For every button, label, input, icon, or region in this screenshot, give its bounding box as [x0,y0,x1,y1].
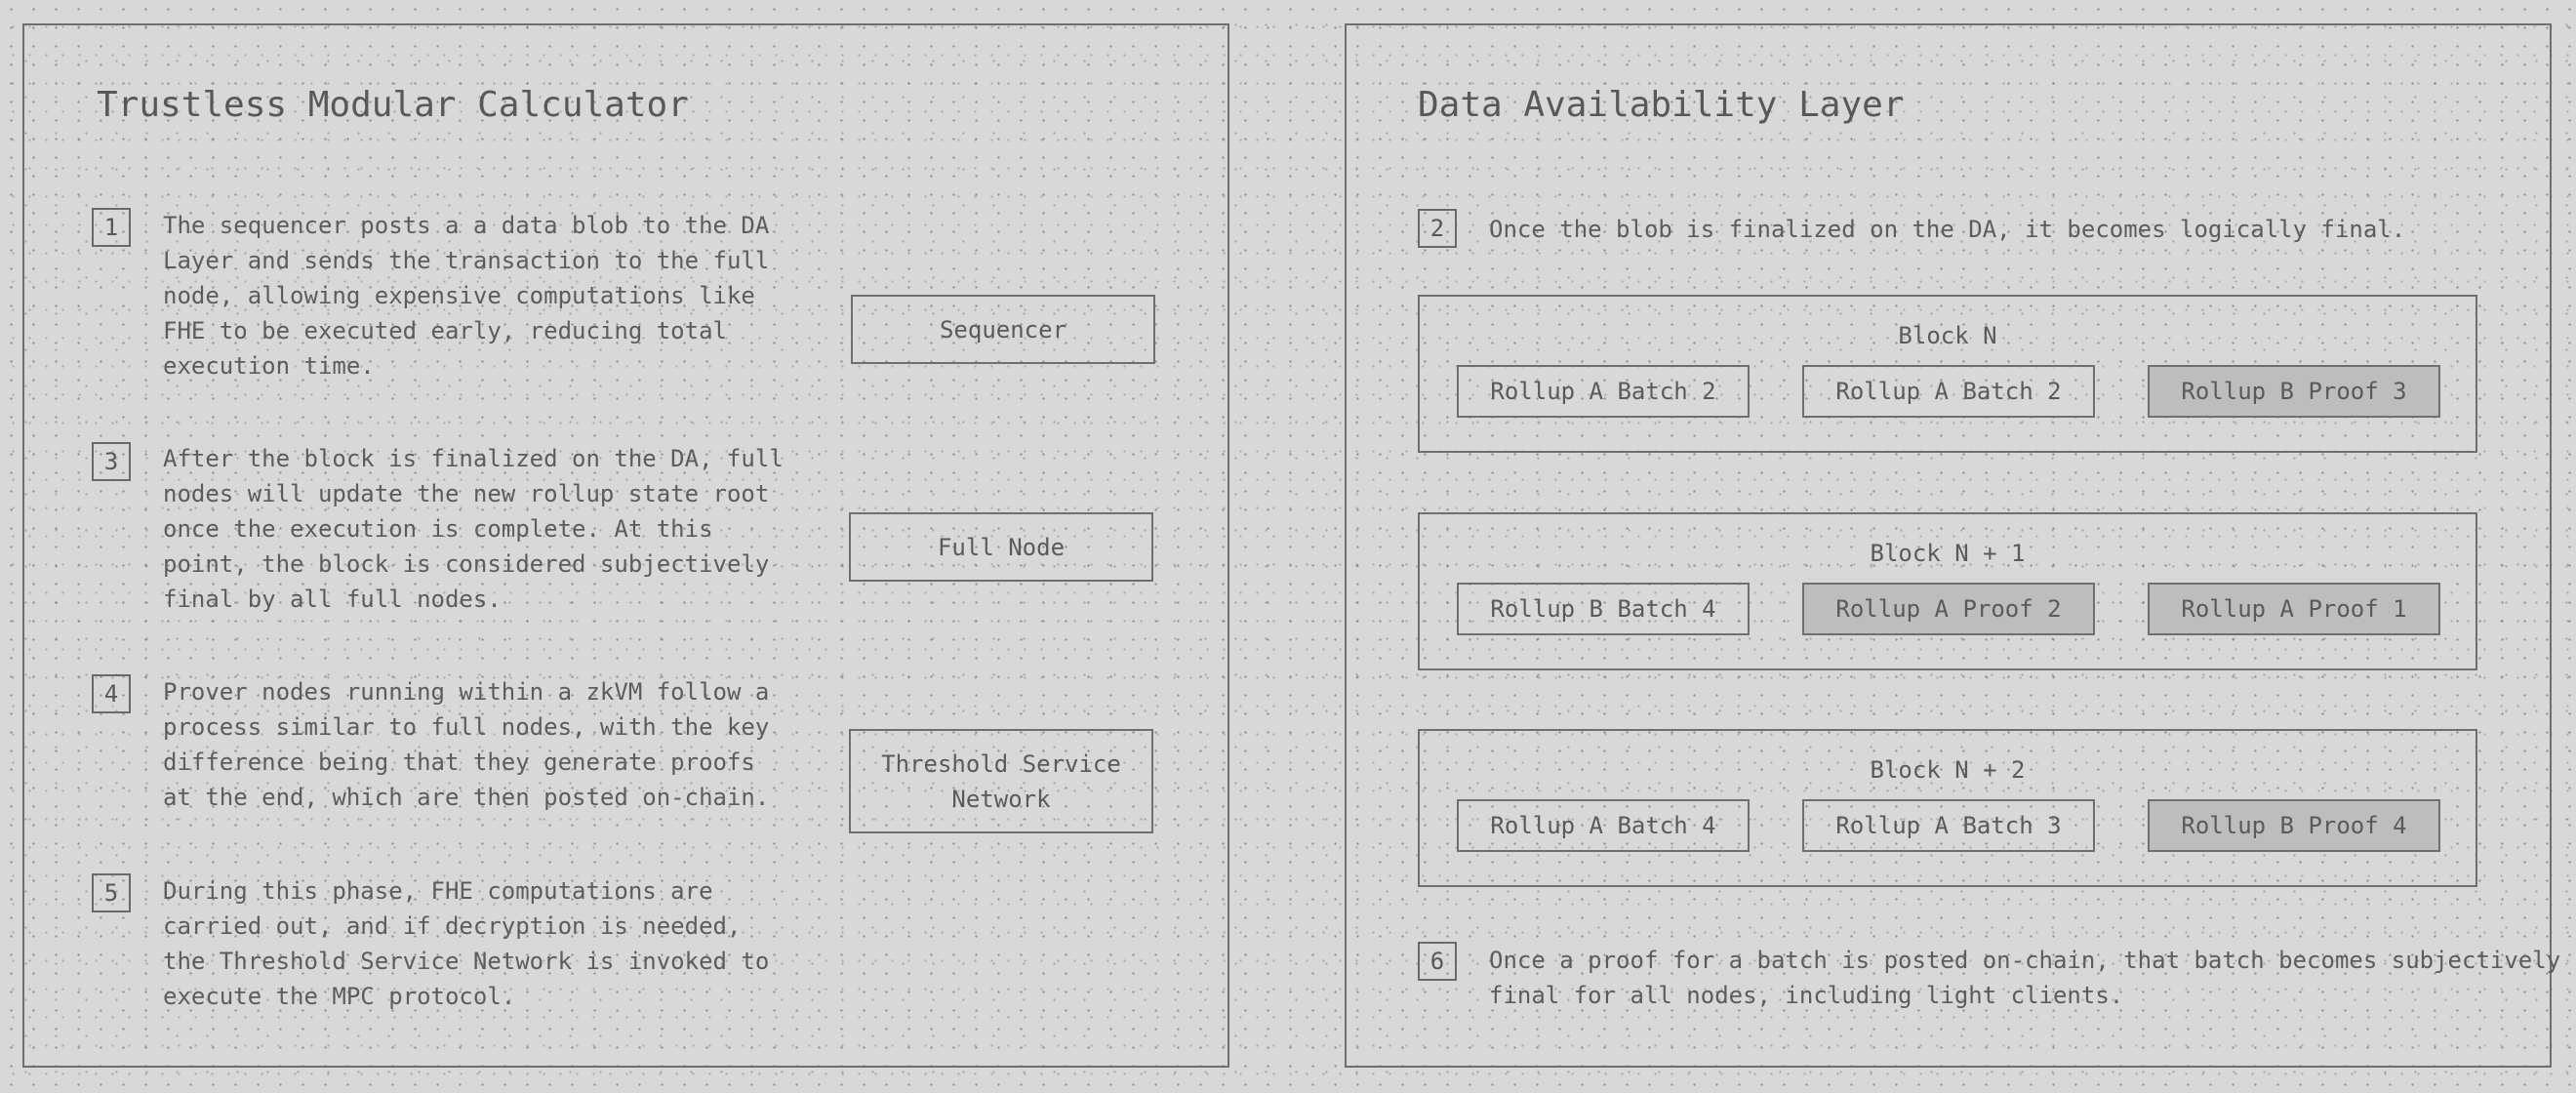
left-panel-title: Trustless Modular Calculator [97,85,689,125]
step-badge-5: 5 [92,873,131,912]
rollup-item: Rollup A Batch 4 [1457,799,1750,852]
rollup-item: Rollup B Proof 4 [2148,799,2440,852]
rollup-item: Rollup B Batch 4 [1457,583,1750,635]
block-n-plus-2: Block N + 2 Rollup A Batch 4 Rollup A Ba… [1418,729,2477,887]
step-text-6: Once a proof for a batch is posted on-ch… [1489,947,2561,1009]
block-title: Block N + 2 [1870,756,2026,784]
step-badge-1: 1 [92,208,131,247]
rollup-item: Rollup A Batch 2 [1457,365,1750,418]
step-badge-2: 2 [1418,209,1457,248]
step-badge-6: 6 [1418,942,1457,981]
rollup-item: Rollup A Batch 2 [1802,365,2095,418]
rollup-item: Rollup A Batch 3 [1802,799,2095,852]
block-title: Block N + 1 [1870,540,2026,567]
rollup-item: Rollup A Proof 2 [1802,583,2095,635]
full-node-box: Full Node [849,512,1153,582]
step-badge-3: 3 [92,442,131,481]
threshold-service-network-box: Threshold Service Network [849,729,1153,833]
step-text-2: Once the blob is finalized on the DA, it… [1489,216,2406,243]
sequencer-box: Sequencer [851,295,1155,364]
right-panel-title: Data Availability Layer [1418,85,1905,125]
rollup-item: Rollup B Proof 3 [2148,365,2440,418]
rollup-item: Rollup A Proof 1 [2148,583,2440,635]
step-text-5: During this phase, FHE computations are … [163,877,770,1010]
step-text-3: After the block is finalized on the DA, … [163,445,784,613]
step-text-1: The sequencer posts a a data blob to the… [163,212,770,380]
block-n: Block N Rollup A Batch 2 Rollup A Batch … [1418,295,2477,453]
block-n-plus-1: Block N + 1 Rollup B Batch 4 Rollup A Pr… [1418,512,2477,670]
step-text-4: Prover nodes running within a zkVM follo… [163,678,770,811]
step-badge-4: 4 [92,674,131,713]
block-title: Block N [1898,322,1997,349]
